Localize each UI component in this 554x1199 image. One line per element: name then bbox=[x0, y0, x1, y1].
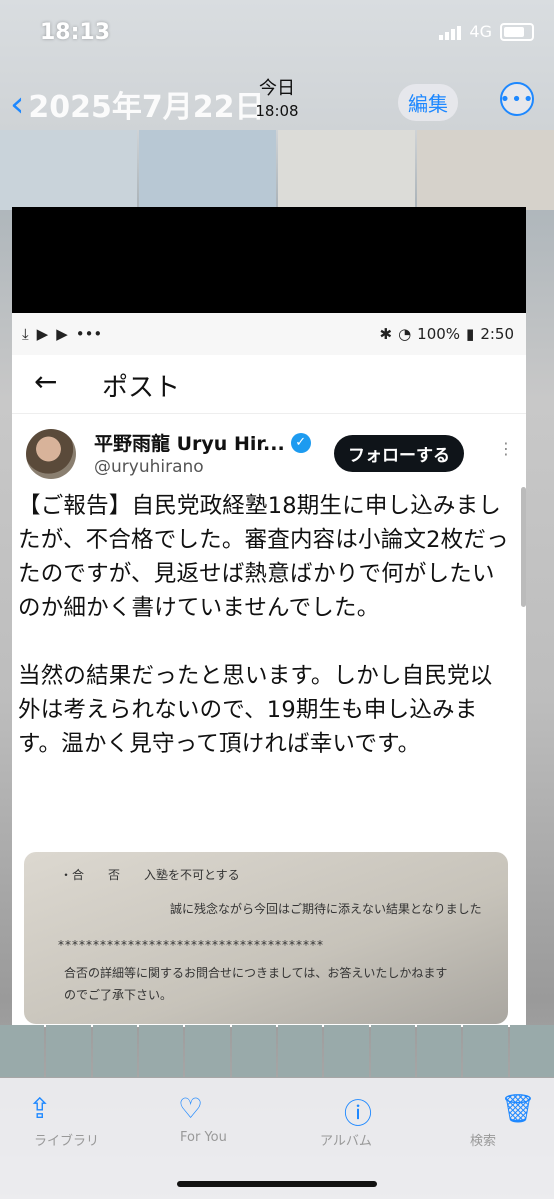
verified-badge-icon: ✓ bbox=[290, 432, 311, 453]
doc-line-5: のでご了承下さい。 bbox=[64, 988, 173, 1002]
status-time: 18:13 bbox=[40, 20, 111, 45]
more-dots-icon: ••• bbox=[75, 325, 103, 343]
thumbnail-strip[interactable] bbox=[0, 1025, 554, 1077]
youtube-icon: ▶ bbox=[36, 325, 49, 343]
android-status-right: ✱ ◔ 100% ▮ 2:50 bbox=[379, 325, 514, 343]
tab-albums[interactable]: アルバム bbox=[320, 1130, 372, 1149]
tab-search[interactable]: 検索 bbox=[470, 1130, 496, 1149]
scrollbar-thumb bbox=[521, 487, 526, 607]
network-type: 4G bbox=[469, 22, 492, 41]
nav-title: 今日 bbox=[259, 78, 295, 99]
android-time: 2:50 bbox=[480, 325, 514, 343]
battery-icon: ▮ bbox=[466, 325, 475, 343]
photo-nav-bar: ‹ 2025年7月22日 今日 18:08 編集 ••• bbox=[0, 68, 554, 128]
android-status-icons: ⤓ ▶ ▶ ••• bbox=[22, 325, 102, 343]
wifi-icon: ◔ bbox=[398, 325, 412, 343]
author-name-row: 平野雨龍 Uryu Hir... ✓ bbox=[94, 429, 311, 456]
avatar bbox=[26, 429, 76, 479]
status-right: 4G bbox=[439, 22, 534, 41]
tab-for-you[interactable]: For You bbox=[180, 1130, 227, 1145]
info-icon[interactable]: ⓘ bbox=[344, 1092, 372, 1132]
android-battery: 100% bbox=[417, 325, 461, 343]
battery-icon bbox=[500, 22, 534, 41]
attached-document-image: ・合 否 入塾を不可とする 誠に残念ながら今回はご期待に添えない結果となりました… bbox=[24, 852, 508, 1024]
android-status-bar: ⤓ ▶ ▶ ••• ✱ ◔ 100% ▮ 2:50 bbox=[12, 313, 526, 355]
redacted-block bbox=[12, 207, 526, 313]
edit-button[interactable]: 編集 bbox=[398, 84, 458, 121]
bluetooth-icon: ✱ bbox=[379, 325, 393, 343]
more-options-icon[interactable]: ••• bbox=[500, 82, 534, 116]
background-thumbnails bbox=[0, 130, 554, 210]
tab-library[interactable]: ライブラリ bbox=[34, 1130, 99, 1149]
author-name: 平野雨龍 Uryu Hir... bbox=[94, 433, 285, 455]
doc-line-2: 誠に残念ながら今回はご期待に添えない結果となりました bbox=[170, 902, 482, 916]
download-icon: ⤓ bbox=[22, 325, 29, 343]
bottom-toolbar: ⇪ ライブラリ ♡ For You ⓘ アルバム 🗑 検索 bbox=[0, 1078, 554, 1199]
post-header: ← ポスト bbox=[12, 355, 526, 414]
nav-subtitle: 18:08 bbox=[255, 102, 299, 120]
post-paragraph-1: 【ご報告】自民党政経塾18期生に申し込みましたが、不合格でした。審査内容は小論文… bbox=[18, 493, 509, 621]
share-icon[interactable]: ⇪ bbox=[28, 1092, 51, 1125]
youtube-icon-2: ▶ bbox=[56, 325, 68, 343]
doc-line-3: ************************************** bbox=[58, 938, 324, 952]
follow-button: フォローする bbox=[334, 435, 464, 472]
doc-line-4: 合否の詳細等に関するお問合せにつきましては、お答えいたしかねます bbox=[64, 966, 448, 980]
post-author: 平野雨龍 Uryu Hir... ✓ @uryuhirano フォローする ⋮ bbox=[12, 417, 526, 479]
author-handle: @uryuhirano bbox=[94, 457, 204, 477]
home-indicator bbox=[177, 1181, 377, 1187]
post-text: 【ご報告】自民党政経塾18期生に申し込みましたが、不合格でした。審査内容は小論文… bbox=[18, 489, 512, 795]
post-paragraph-2: 当然の結果だったと思います。しかし自民党以外は考えられないので、19期生も申し込… bbox=[18, 663, 493, 757]
favorite-icon[interactable]: ♡ bbox=[178, 1092, 203, 1125]
nav-center: 今日 18:08 bbox=[0, 74, 554, 120]
arrow-left-icon: ← bbox=[34, 365, 58, 398]
doc-line-1: ・合 否 入塾を不可とする bbox=[60, 868, 240, 882]
signal-icon bbox=[439, 24, 462, 40]
screenshot-photo: ⤓ ▶ ▶ ••• ✱ ◔ 100% ▮ 2:50 ← ポスト 平野雨龍 Ury… bbox=[12, 207, 526, 1027]
trash-icon[interactable]: 🗑 bbox=[500, 1092, 536, 1125]
kebab-menu-icon: ⋮ bbox=[498, 439, 514, 458]
status-bar: 18:13 4G bbox=[0, 0, 554, 60]
post-title: ポスト bbox=[102, 373, 181, 403]
